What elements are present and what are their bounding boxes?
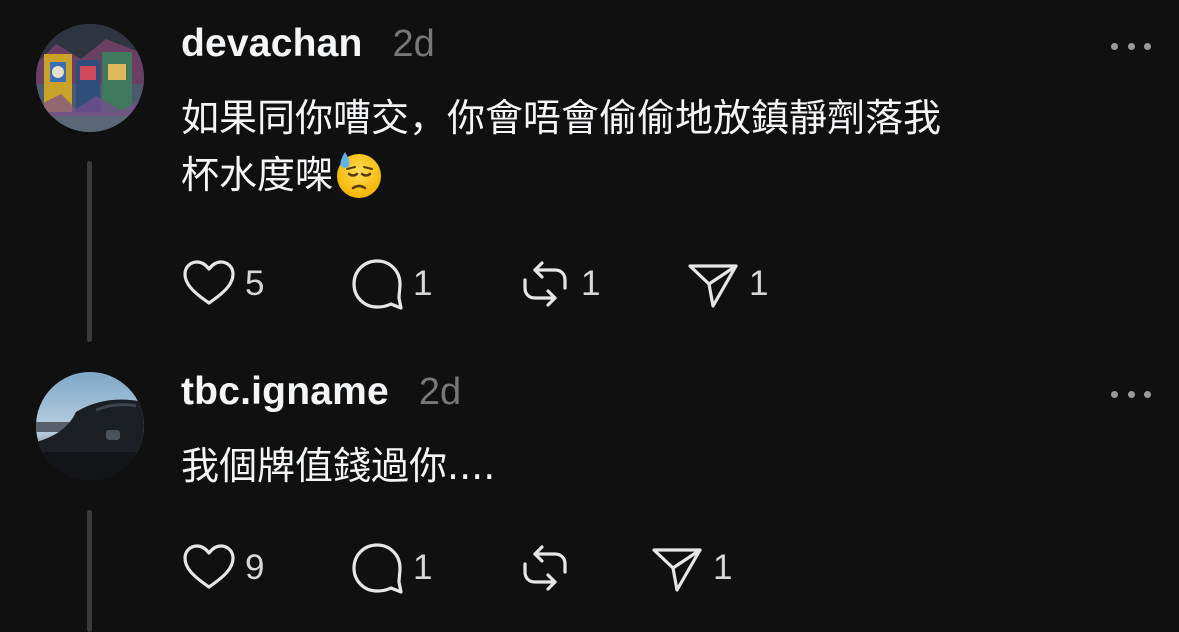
- share-count: 1: [749, 264, 769, 303]
- speech-bubble-icon: [352, 543, 403, 594]
- post-text: 我個牌值錢過你....: [181, 438, 1111, 495]
- graffiti-avatar-image: [36, 24, 144, 132]
- post-text-line: 杯水度㗎: [181, 147, 1111, 204]
- timestamp: 2d: [392, 23, 435, 65]
- like-button[interactable]: 9: [181, 538, 264, 598]
- repost-icon: [523, 261, 567, 307]
- more-horizontal-icon: [1111, 390, 1118, 398]
- like-count: 5: [245, 264, 265, 303]
- thread-line: [87, 161, 92, 342]
- reply-count: 1: [413, 548, 433, 587]
- more-options-button[interactable]: [1111, 384, 1151, 404]
- repost-button[interactable]: 1: [517, 254, 600, 314]
- send-icon: [688, 264, 738, 308]
- reply-button[interactable]: 1: [349, 538, 432, 598]
- post-header: tbc.igname 2d: [181, 370, 461, 414]
- repost-count: 1: [581, 264, 601, 303]
- action-bar: 5 1 1 1: [181, 254, 801, 314]
- timestamp: 2d: [418, 371, 462, 413]
- send-icon: [652, 548, 702, 592]
- like-button[interactable]: 5: [181, 254, 264, 314]
- post-text-line: 如果同你嘈交，你會唔會偷偷地放鎮靜劑落我: [181, 96, 942, 140]
- avatar[interactable]: [36, 372, 144, 480]
- username[interactable]: tbc.igname: [181, 370, 389, 414]
- car-window-avatar-image: [36, 372, 144, 480]
- post-item: devachan 2d 如果同你嘈交，你會唔會偷偷地放鎮靜劑落我 杯水度㗎 5 …: [0, 0, 1179, 350]
- more-horizontal-icon: [1111, 42, 1118, 50]
- avatar[interactable]: [36, 24, 144, 132]
- post-text-line: 我個牌值錢過你....: [181, 444, 496, 488]
- action-bar: 9 1 1: [181, 538, 801, 598]
- reply-button[interactable]: 1: [349, 254, 432, 314]
- heart-icon: [183, 544, 235, 589]
- username[interactable]: devachan: [181, 22, 363, 66]
- more-options-button[interactable]: [1111, 36, 1151, 56]
- post-item: tbc.igname 2d 我個牌值錢過你.... 9 1 1: [0, 350, 1179, 632]
- post-text: 如果同你嘈交，你會唔會偷偷地放鎮靜劑落我 杯水度㗎: [181, 90, 1111, 204]
- reply-count: 1: [413, 264, 433, 303]
- share-count: 1: [713, 548, 733, 587]
- repost-button[interactable]: [517, 538, 581, 598]
- like-count: 9: [245, 548, 265, 587]
- thread-line: [87, 510, 92, 632]
- share-button[interactable]: 1: [685, 254, 768, 314]
- repost-icon: [523, 545, 567, 591]
- heart-icon: [183, 260, 235, 305]
- post-header: devachan 2d: [181, 22, 435, 66]
- speech-bubble-icon: [352, 259, 403, 310]
- share-button[interactable]: 1: [649, 538, 732, 598]
- downcast-face-with-sweat-icon: [337, 152, 382, 198]
